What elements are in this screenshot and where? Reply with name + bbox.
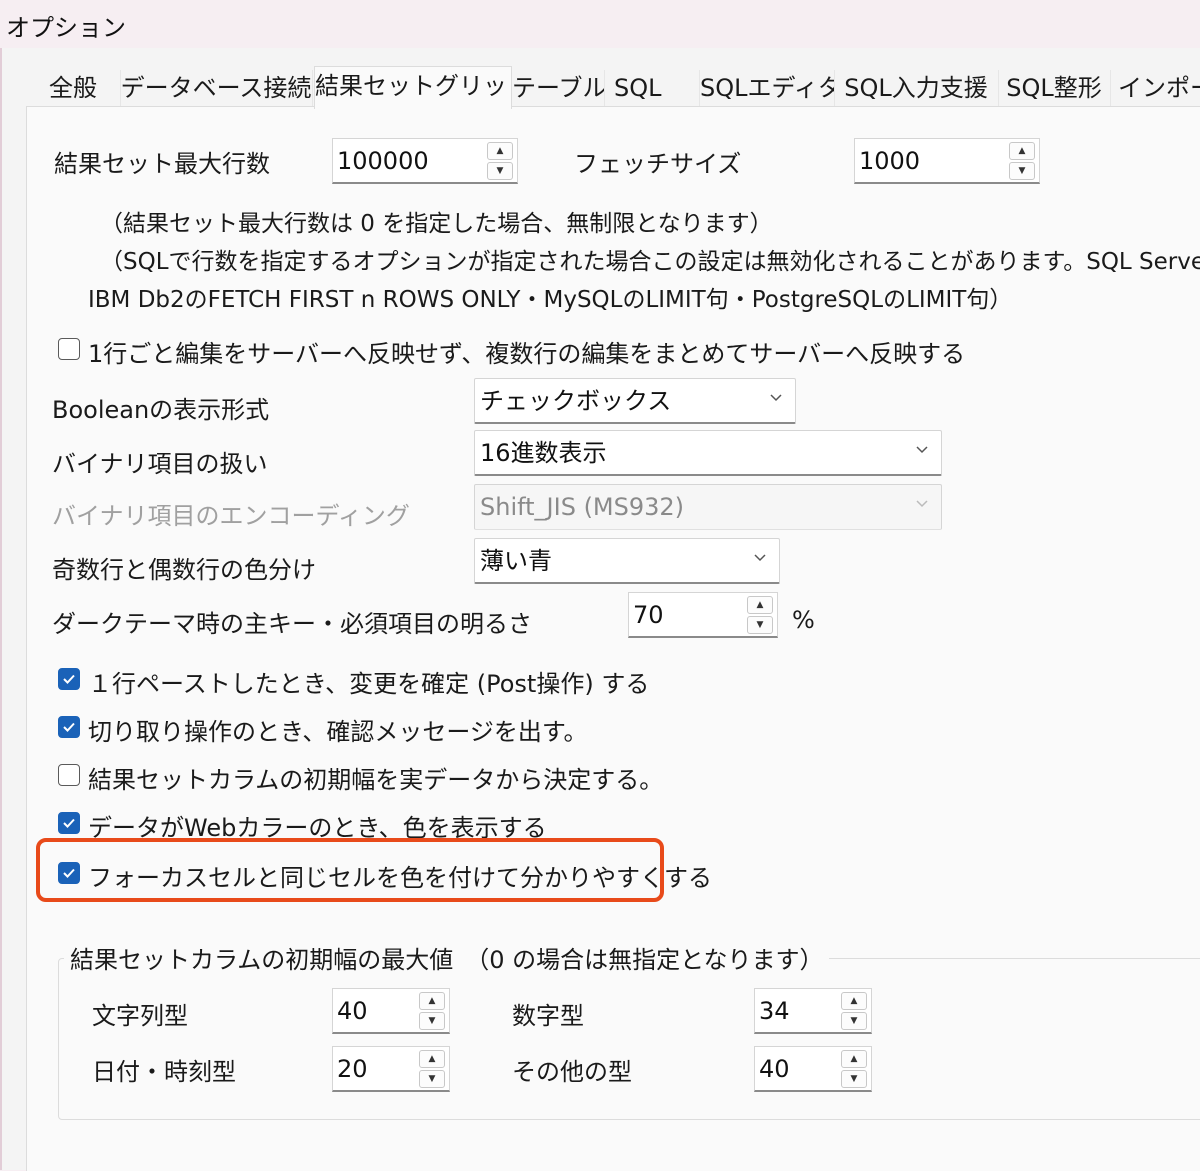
tab-strip: 全般 データベース接続 結果セットグリッド テーブル SQL SQLエディタ S… [26,66,1200,109]
number-type-label: 数字型 [512,1002,584,1030]
spin-up-button[interactable]: ▲ [841,992,867,1010]
chevron-down-icon [916,500,928,508]
datetime-type-label: 日付・時刻型 [92,1058,236,1086]
tab-sql[interactable]: SQL [604,70,700,106]
cut-confirm-checkbox[interactable] [58,716,80,738]
auto-width-checkbox[interactable] [58,764,80,786]
window-titlebar: オプション [0,0,1200,48]
check-icon [63,818,75,828]
cut-confirm-label: 切り取り操作のとき、確認メッセージを出す。 [88,718,588,746]
other-type-label: その他の型 [512,1058,632,1086]
string-width-spinner[interactable]: ▲ ▼ [332,988,450,1034]
percent-unit: % [792,606,815,634]
brightness-input[interactable] [633,593,722,637]
spin-up-button[interactable]: ▲ [487,142,513,160]
max-rows-label: 結果セット最大行数 [54,150,270,178]
spin-up-button[interactable]: ▲ [1009,142,1035,160]
note-max-rows-zero: （結果セット最大行数は 0 を指定した場合、無制限となります） [100,211,773,237]
tab-import[interactable]: インポー [1110,70,1200,106]
spin-down-button[interactable]: ▼ [747,616,773,634]
post-on-paste-label: １行ペーストしたとき、変更を確定 (Post操作) する [88,670,650,698]
spin-down-button[interactable]: ▼ [419,1012,445,1030]
tab-database-connection[interactable]: データベース接続 [120,70,313,106]
spin-down-button[interactable]: ▼ [419,1070,445,1088]
binary-encoding-value: Shift_JIS (MS932) [480,493,685,521]
window-title: オプション [6,14,126,42]
spin-up-button[interactable]: ▲ [747,596,773,614]
max-rows-spinner[interactable]: ▲ ▼ [332,138,518,184]
note-sql-limit-cont: IBM Db2のFETCH FIRST n ROWS ONLY・MySQLのLI… [88,287,1013,313]
check-icon [63,722,75,732]
spin-up-button[interactable]: ▲ [841,1050,867,1068]
batch-edit-label: 1行ごと編集をサーバーへ反映せず、複数行の編集をまとめてサーバーへ反映する [88,340,966,368]
row-color-label: 奇数行と偶数行の色分け [52,556,316,584]
other-width-spinner[interactable]: ▲ ▼ [754,1046,872,1092]
tab-general[interactable]: 全般 [26,70,121,106]
tab-sql-input-assist[interactable]: SQL入力支援 [834,70,999,106]
highlight-annotation-box [36,838,664,902]
fetch-size-input[interactable] [859,139,970,183]
spin-up-button[interactable]: ▲ [419,1050,445,1068]
boolean-format-select[interactable]: チェックボックス [474,378,796,424]
max-rows-input[interactable] [337,139,448,183]
note-sql-limit: （SQLで行数を指定するオプションが指定された場合この設定は無効化されることがあ… [100,249,1200,275]
web-color-checkbox[interactable] [58,812,80,834]
fetch-size-spinner[interactable]: ▲ ▼ [854,138,1040,184]
spin-up-button[interactable]: ▲ [419,992,445,1010]
boolean-format-label: Booleanの表示形式 [52,396,270,424]
string-width-input[interactable] [337,989,407,1033]
tab-sql-format[interactable]: SQL整形 [998,70,1111,106]
spin-down-button[interactable]: ▼ [487,162,513,180]
spin-down-button[interactable]: ▼ [1009,162,1035,180]
row-color-select[interactable]: 薄い青 [474,538,780,584]
datetime-width-spinner[interactable]: ▲ ▼ [332,1046,450,1092]
datetime-width-input[interactable] [337,1047,407,1091]
column-width-group-title: 結果セットカラムの初期幅の最大値 （0 の場合は無指定となります） [64,940,830,975]
spin-down-button[interactable]: ▼ [841,1012,867,1030]
brightness-spinner[interactable]: ▲ ▼ [628,592,778,638]
auto-width-label: 結果セットカラムの初期幅を実データから決定する。 [88,766,664,794]
boolean-format-value: チェックボックス [480,387,672,415]
chevron-down-icon [770,394,782,402]
fetch-size-label: フェッチサイズ [574,150,742,178]
number-width-spinner[interactable]: ▲ ▼ [754,988,872,1034]
dark-theme-brightness-label: ダークテーマ時の主キー・必須項目の明るさ [52,610,532,638]
chevron-down-icon [916,446,928,454]
spin-down-button[interactable]: ▼ [841,1070,867,1088]
tab-table[interactable]: テーブル [512,70,605,106]
check-icon [63,674,75,684]
post-on-paste-checkbox[interactable] [58,668,80,690]
tab-sql-editor[interactable]: SQLエディタ [700,70,835,106]
binary-encoding-select: Shift_JIS (MS932) [474,484,942,530]
binary-handling-select[interactable]: 16進数表示 [474,430,942,476]
tab-resultset-grid[interactable]: 結果セットグリッド [314,66,512,109]
binary-encoding-label: バイナリ項目のエンコーディング [52,502,410,530]
column-width-group [58,958,1200,1120]
string-type-label: 文字列型 [92,1002,188,1030]
number-width-input[interactable] [759,989,829,1033]
batch-edit-checkbox[interactable] [58,338,80,360]
other-width-input[interactable] [759,1047,829,1091]
row-color-value: 薄い青 [480,547,552,575]
chevron-down-icon [754,554,766,562]
binary-handling-value: 16進数表示 [480,439,607,467]
binary-handling-label: バイナリ項目の扱い [52,450,268,478]
